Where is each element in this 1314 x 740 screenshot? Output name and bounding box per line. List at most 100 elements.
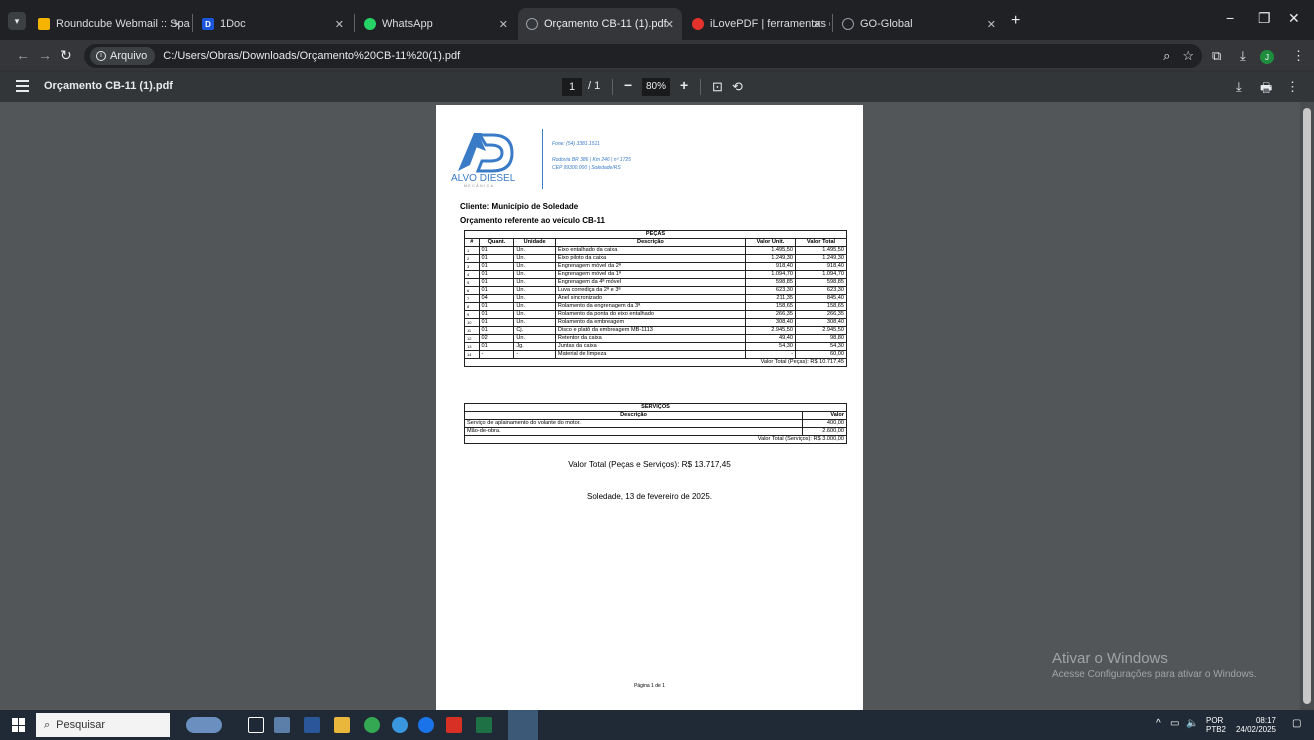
app-icon[interactable]: [392, 717, 408, 733]
close-icon[interactable]: ✕: [665, 18, 674, 31]
pdf-viewer[interactable]: ALVO DIESEL MECÂNICA Fone: (54) 3381.151…: [0, 102, 1314, 710]
tab-roundcube[interactable]: Roundcube Webmail :: Spam ✕: [30, 8, 190, 40]
table-cell: -: [744, 350, 797, 359]
task-view-icon[interactable]: [248, 717, 264, 733]
forward-button[interactable]: →: [38, 47, 52, 63]
table-row: 3 01 Un. Engrenagem móvel da 2ª 918,40 918,40: [464, 262, 847, 271]
table-cell: 01: [478, 342, 515, 351]
excel-icon[interactable]: [476, 717, 492, 733]
table-cell: 10: [464, 318, 480, 327]
url-text: C:/Users/Obras/Downloads/Orçamento%20CB-…: [163, 50, 461, 62]
page-number-input[interactable]: 1: [562, 78, 582, 96]
minimize-button[interactable]: −: [1226, 10, 1234, 26]
close-window-button[interactable]: ✕: [1288, 10, 1300, 27]
services-table-title: SERVIÇOS: [464, 403, 847, 412]
col-header: Valor: [802, 411, 847, 420]
table-cell: Engrenagem móvel da 2ª: [554, 262, 746, 271]
search-highlight-icon[interactable]: [186, 717, 222, 733]
print-icon[interactable]: 🖶: [1260, 79, 1272, 101]
close-icon[interactable]: ✕: [987, 18, 996, 31]
new-tab-button[interactable]: +: [1011, 12, 1020, 30]
table-cell: Un.: [513, 286, 556, 295]
close-icon[interactable]: ✕: [499, 18, 508, 31]
table-cell: 2.600,00: [802, 427, 847, 436]
downloads-icon[interactable]: ⤓: [1240, 48, 1246, 64]
zoom-out-button[interactable]: −: [624, 77, 632, 93]
reload-button[interactable]: ↻: [60, 47, 72, 64]
table-cell: Un.: [513, 254, 556, 263]
table-cell: 01: [478, 310, 515, 319]
calculator-icon[interactable]: [274, 717, 290, 733]
tab-search-button[interactable]: ▾: [8, 12, 26, 30]
close-icon[interactable]: ✕: [335, 18, 344, 31]
language-indicator[interactable]: POR PTB2: [1206, 716, 1226, 734]
tab-go-global[interactable]: GO-Global ✕: [834, 8, 1004, 40]
volume-icon[interactable]: 🔈: [1186, 718, 1198, 729]
table-cell: 211,35: [744, 294, 797, 303]
table-cell: 158,65: [744, 302, 797, 311]
screen: ▾ Roundcube Webmail :: Spam ✕ D 1Doc ✕ W…: [0, 0, 1314, 740]
scrollbar[interactable]: [1300, 102, 1314, 710]
active-app-icon[interactable]: [508, 710, 538, 740]
zoom-input[interactable]: 80%: [642, 78, 670, 96]
taskbar-search[interactable]: ⌕ Pesquisar: [36, 713, 170, 737]
restore-button[interactable]: ❐: [1258, 10, 1271, 27]
tab-1doc[interactable]: D 1Doc ✕: [194, 8, 352, 40]
table-cell: 54,30: [744, 342, 797, 351]
table-cell: Engrenagem da 4ª móvel: [554, 278, 746, 287]
pdf-reader-icon[interactable]: [446, 717, 462, 733]
site-info-chip[interactable]: i Arquivo: [90, 47, 156, 65]
profile-avatar[interactable]: J: [1260, 50, 1274, 64]
parts-total: Valor Total (Peças): R$ 10.717,45: [464, 358, 847, 367]
address-bar[interactable]: i Arquivo C:/Users/Obras/Downloads/Orçam…: [84, 44, 1202, 68]
page-footer: Página 1 de 1: [634, 683, 665, 689]
fit-page-icon[interactable]: ⊡: [712, 79, 723, 95]
more-options-icon[interactable]: ⋮: [1286, 79, 1299, 95]
close-icon[interactable]: ✕: [813, 18, 822, 31]
parts-table: PEÇAS # Quant. Unidade Descrição Valor U…: [464, 230, 847, 367]
download-icon[interactable]: ⤓: [1236, 79, 1242, 95]
extensions-icon[interactable]: ⧉: [1212, 48, 1221, 64]
table-cell: 7: [464, 294, 480, 303]
contact-phone: Fone: (54) 3381.1511: [552, 141, 600, 147]
tab-ilovepdf[interactable]: iLovePDF | ferramentas online p ✕: [684, 8, 830, 40]
rotate-icon[interactable]: ⟲: [732, 79, 743, 95]
network-icon[interactable]: ▭: [1170, 718, 1179, 729]
table-cell: 1.094,70: [795, 270, 847, 279]
browser-icon[interactable]: [418, 717, 434, 733]
table-row: 10 01 Un. Rolamento da embreagem 308,40 308,4…: [464, 318, 847, 327]
tray-arrow-icon[interactable]: ^: [1156, 718, 1161, 729]
file-explorer-icon[interactable]: [334, 717, 350, 733]
table-cell: Engrenagem móvel da 1ª: [554, 270, 746, 279]
tab-orcamento-pdf[interactable]: Orçamento CB-11 (1).pdf ✕: [518, 8, 682, 40]
zoom-icon[interactable]: ⌕: [1163, 48, 1170, 64]
tab-whatsapp[interactable]: WhatsApp ✕: [356, 8, 516, 40]
browser-menu-icon[interactable]: ⋮: [1292, 48, 1305, 64]
scrollbar-thumb[interactable]: [1303, 108, 1311, 704]
bookmark-star-icon[interactable]: ☆: [1182, 48, 1194, 64]
chrome-icon[interactable]: [364, 717, 380, 733]
table-cell: 598,85: [744, 278, 797, 287]
table-cell: 266,35: [795, 310, 847, 319]
budget-heading: Orçamento referente ao veículo CB-11: [460, 216, 605, 225]
table-row: 1 01 Un. Eixo entalhado da caixa 1.495,50 1.4…: [464, 246, 847, 255]
table-cell: 1: [464, 246, 480, 255]
windows-start-icon[interactable]: [12, 718, 26, 732]
table-cell: Disco e platô da embreagem MB-1113: [554, 326, 746, 335]
table-cell: 1.094,70: [744, 270, 797, 279]
back-button[interactable]: ←: [16, 47, 30, 63]
table-cell: Cj.: [513, 326, 556, 335]
word-icon[interactable]: [304, 717, 320, 733]
clock[interactable]: 08:17 24/02/2025: [1232, 716, 1276, 734]
table-cell: 2.945,50: [744, 326, 797, 335]
activate-windows-watermark: Ativar o Windows Acesse Configurações pa…: [1052, 650, 1257, 680]
notifications-icon[interactable]: ▢: [1292, 718, 1301, 729]
table-cell: 308,40: [744, 318, 797, 327]
close-icon[interactable]: ✕: [173, 18, 182, 31]
table-cell: Rolamento da engrenagem da 3ª: [554, 302, 746, 311]
watermark-subtitle: Acesse Configurações para ativar o Windo…: [1052, 669, 1257, 680]
zoom-in-button[interactable]: +: [680, 77, 688, 93]
menu-icon[interactable]: [16, 80, 29, 92]
table-cell: 01: [478, 278, 515, 287]
table-cell: Un.: [513, 278, 556, 287]
